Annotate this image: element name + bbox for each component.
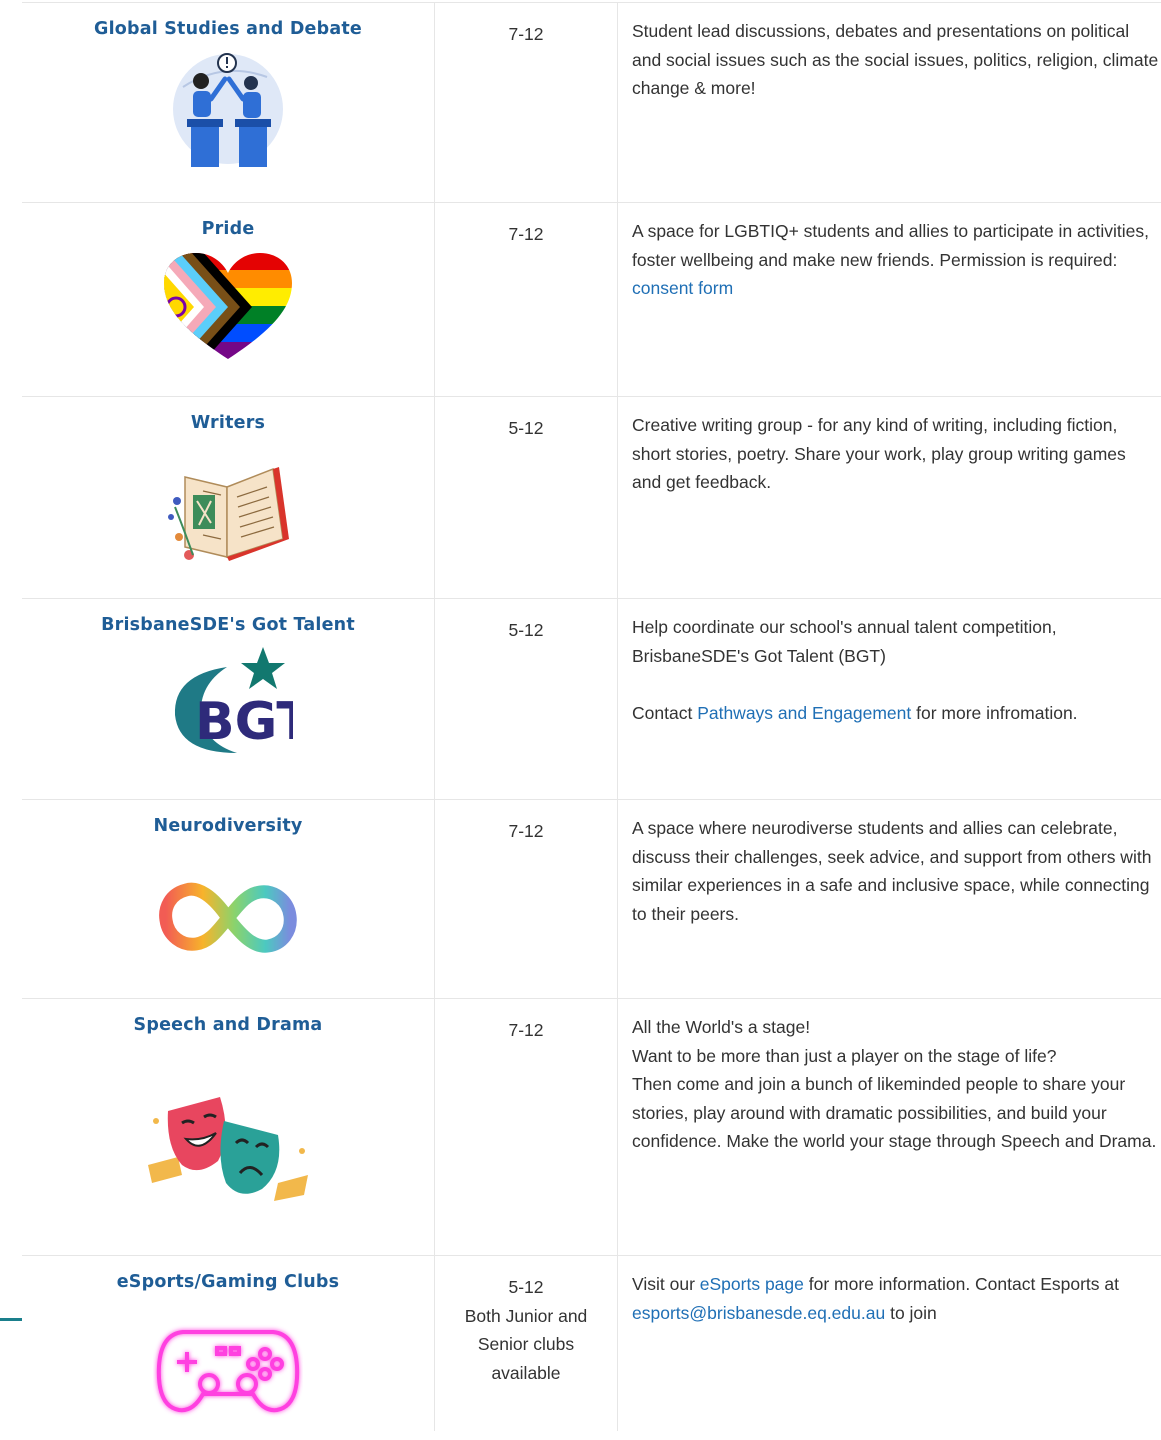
club-description-text: All the World's a stage! <box>632 1017 811 1037</box>
club-years: 7-12 <box>508 224 544 244</box>
club-years-cell: 5-12 <box>434 396 618 599</box>
table-row: Writers 5-12 Creative writing group - fo… <box>22 396 1161 599</box>
club-name-cell: Global Studies and Debate <box>22 3 435 203</box>
club-description-cell: Student lead discussions, debates and pr… <box>617 3 1161 203</box>
theatre-masks-icon <box>148 1097 308 1201</box>
club-years: 7-12 <box>508 821 544 841</box>
club-description: Student lead discussions, debates and pr… <box>632 17 1161 103</box>
club-description-text: Contact <box>632 702 698 723</box>
table-row: Global Studies and Debate 7-12 Student l… <box>22 3 1161 203</box>
table-row: Pride 7-12 A space for LGBTIQ+ students … <box>22 202 1161 397</box>
club-description-text: A space where neurodiverse students and … <box>632 818 1152 924</box>
esports-email-link[interactable]: esports@brisbanesde.eq.edu.au <box>632 1303 885 1323</box>
club-name: eSports/Gaming Clubs <box>116 1272 340 1292</box>
club-name: Neurodiversity <box>153 816 303 836</box>
club-years-cell: 5-12 Both Junior and Senior clubs availa… <box>434 1255 618 1431</box>
club-description-text: Visit our <box>632 1274 700 1294</box>
club-name: Writers <box>190 413 266 433</box>
club-description: All the World's a stage! Want to be more… <box>632 1013 1161 1156</box>
club-name: BrisbaneSDE's Got Talent <box>101 615 355 635</box>
pathways-engagement-link[interactable]: Pathways and Engagement <box>697 703 911 723</box>
infinity-icon <box>159 882 297 953</box>
club-name: Pride <box>201 219 255 239</box>
club-description: Visit our eSports page for more informat… <box>632 1270 1161 1327</box>
consent-form-link[interactable]: consent form <box>632 278 733 298</box>
bgt-logo-icon: BGT <box>174 647 293 753</box>
club-years-cell: 7-12 <box>434 799 618 999</box>
club-years-cell: 7-12 <box>434 998 618 1256</box>
club-description-text: to join <box>885 1302 937 1323</box>
club-name-cell: Pride <box>22 202 435 397</box>
table-row: Neurodiversity 7-12 A space where neurod… <box>22 799 1161 999</box>
club-description-cell: Help coordinate our school's annual tale… <box>617 598 1161 800</box>
club-description-text: for more infromation. <box>911 702 1078 723</box>
club-description-text: Creative writing group - for any kind of… <box>632 415 1126 492</box>
club-description-text: A space for LGBTIQ+ students and allies … <box>632 221 1150 270</box>
club-description-cell: Visit our eSports page for more informat… <box>618 1256 1161 1432</box>
club-name-cell: Writers <box>22 396 435 599</box>
club-years-cell: 7-12 <box>434 3 618 203</box>
club-years: 5-12 <box>508 1277 544 1297</box>
club-description-text: for more information. Contact Esports at <box>803 1274 1120 1294</box>
club-description-text: A space for LGBTIQ+ students and allies … <box>632 217 1159 303</box>
club-description-text: Want to be more than just a player on th… <box>632 1045 1057 1066</box>
club-description-text: Then come and join a bunch of likeminded… <box>632 1074 1157 1151</box>
club-description: A space where neurodiverse students and … <box>632 814 1161 928</box>
table-row: BrisbaneSDE's Got Talent BGT 5-12 Help c… <box>22 598 1161 800</box>
clubs-table: Global Studies and Debate 7-12 Student l… <box>22 3 1161 1431</box>
club-description: Help coordinate our school's annual tale… <box>632 613 1161 727</box>
club-description-text: Student lead discussions, debates and pr… <box>632 21 1159 98</box>
game-controller-icon <box>156 1330 300 1413</box>
club-description-cell: A space for LGBTIQ+ students and allies … <box>617 202 1161 397</box>
club-years: 7-12 <box>508 24 544 44</box>
debate-podiums-icon <box>173 53 283 167</box>
open-book-icon <box>168 467 289 561</box>
club-name-cell: Speech and Drama <box>22 998 435 1256</box>
club-name: Speech and Drama <box>133 1015 323 1035</box>
club-years-note: Both Junior and Senior clubs available <box>464 1305 588 1383</box>
club-description-text: Help coordinate our school's annual tale… <box>632 617 1057 666</box>
club-name-cell: BrisbaneSDE's Got Talent BGT <box>22 598 435 800</box>
club-description-cell: All the World's a stage! Want to be more… <box>617 998 1161 1256</box>
club-name-cell: Neurodiversity <box>22 799 435 999</box>
club-years-cell: 7-12 <box>434 202 618 397</box>
club-name: Global Studies and Debate <box>94 19 362 39</box>
club-description-cell: Creative writing group - for any kind of… <box>617 396 1161 599</box>
table-row: eSports/Gaming Clubs 5-12 Both Junior an… <box>22 1255 1161 1432</box>
club-description-text: Visit our eSports page for more informat… <box>632 1270 1159 1327</box>
club-description-text: Contact Pathways and Engagement for more… <box>632 699 1159 728</box>
club-years: 7-12 <box>508 1020 544 1040</box>
club-years: 5-12 <box>508 620 544 640</box>
accent-line <box>0 1318 22 1321</box>
club-years: 5-12 <box>508 418 544 438</box>
club-name-cell: eSports/Gaming Clubs <box>22 1255 435 1431</box>
table-row: Speech and Drama 7-12 All the World's a … <box>22 998 1161 1256</box>
club-description: A space for LGBTIQ+ students and allies … <box>632 217 1161 303</box>
club-description-cell: A space where neurodiverse students and … <box>617 799 1161 999</box>
esports-page-link[interactable]: eSports page <box>700 1274 804 1294</box>
club-description: Creative writing group - for any kind of… <box>632 411 1161 497</box>
bgt-logo-text: BGT <box>195 692 293 752</box>
pride-heart-icon <box>164 253 292 359</box>
club-years-cell: 5-12 <box>434 598 618 800</box>
